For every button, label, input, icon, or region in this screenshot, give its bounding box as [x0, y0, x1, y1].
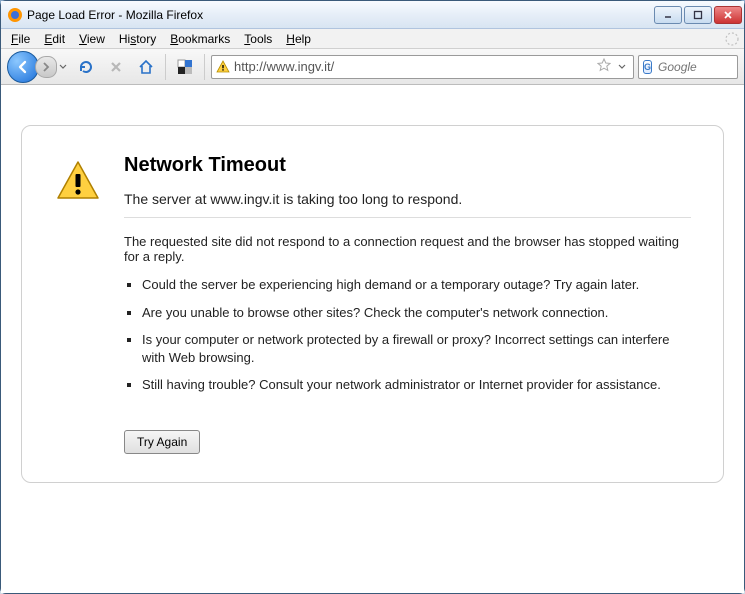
- error-suggestion-list: Could the server be experiencing high de…: [142, 276, 691, 394]
- activity-throbber-icon: [724, 31, 740, 47]
- search-bar[interactable]: G: [638, 55, 738, 79]
- menubar: File Edit View History Bookmarks Tools H…: [1, 29, 744, 49]
- toolbar-divider: [204, 54, 205, 80]
- reload-button[interactable]: [73, 54, 99, 80]
- error-panel: Network Timeout The server at www.ingv.i…: [21, 125, 724, 483]
- page-content: Network Timeout The server at www.ingv.i…: [1, 85, 744, 593]
- home-button[interactable]: [133, 54, 159, 80]
- url-history-dropdown[interactable]: [615, 64, 629, 70]
- menu-bookmarks[interactable]: Bookmarks: [164, 30, 236, 48]
- list-item: Still having trouble? Consult your netwo…: [142, 376, 691, 394]
- search-engine-icon[interactable]: G: [643, 60, 652, 74]
- error-title: Network Timeout: [124, 154, 691, 177]
- site-warning-icon: [216, 60, 230, 74]
- window-close-button[interactable]: [714, 6, 742, 24]
- nav-history-dropdown[interactable]: [57, 64, 69, 70]
- list-item: Are you unable to browse other sites? Ch…: [142, 304, 691, 322]
- window-title: Page Load Error - Mozilla Firefox: [27, 8, 654, 22]
- menu-file[interactable]: File: [5, 30, 36, 48]
- menu-history[interactable]: History: [113, 30, 162, 48]
- search-input[interactable]: [658, 60, 745, 74]
- firefox-favicon: [7, 7, 23, 23]
- forward-button[interactable]: [35, 56, 57, 78]
- window-titlebar: Page Load Error - Mozilla Firefox: [1, 1, 744, 29]
- url-bar[interactable]: [211, 55, 634, 79]
- stop-button[interactable]: [103, 54, 129, 80]
- menu-tools[interactable]: Tools: [238, 30, 278, 48]
- try-again-button[interactable]: Try Again: [124, 430, 200, 454]
- divider: [124, 217, 691, 218]
- navigation-toolbar: G: [1, 49, 744, 85]
- error-description: The requested site did not respond to a …: [124, 234, 691, 264]
- warning-triangle-icon: [54, 154, 102, 454]
- bookmark-star-icon[interactable]: [597, 58, 611, 75]
- menu-view[interactable]: View: [73, 30, 111, 48]
- window-minimize-button[interactable]: [654, 6, 682, 24]
- list-item: Is your computer or network protected by…: [142, 331, 691, 366]
- toolbar-divider: [165, 54, 166, 80]
- error-subtitle: The server at www.ingv.it is taking too …: [124, 191, 691, 207]
- menu-edit[interactable]: Edit: [38, 30, 71, 48]
- window-maximize-button[interactable]: [684, 6, 712, 24]
- menu-help[interactable]: Help: [280, 30, 317, 48]
- list-item: Could the server be experiencing high de…: [142, 276, 691, 294]
- url-input[interactable]: [234, 59, 593, 74]
- delicious-bookmark-button[interactable]: [172, 54, 198, 80]
